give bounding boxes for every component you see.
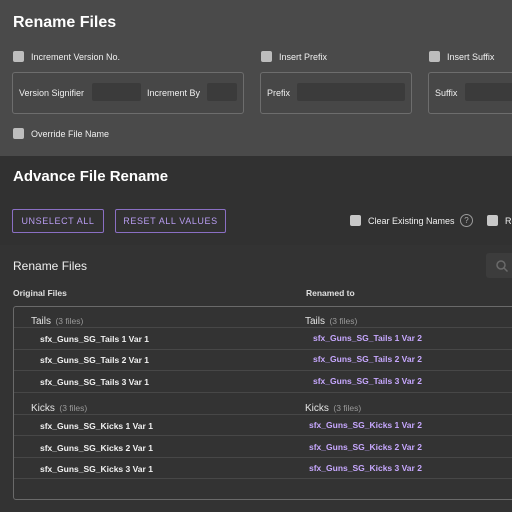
original-file[interactable]: sfx_Guns_SG_Tails 3 Var 1 xyxy=(40,377,149,387)
extra-option-checkbox[interactable] xyxy=(487,215,498,226)
original-file[interactable]: sfx_Guns_SG_Kicks 1 Var 1 xyxy=(40,421,153,431)
group-name: Tails xyxy=(31,316,52,327)
version-signifier-label: Version Signifier xyxy=(19,88,85,98)
insert-prefix-label: Insert Prefix xyxy=(279,52,328,62)
renamed-file: sfx_Guns_SG_Tails 1 Var 2 xyxy=(313,333,422,343)
prefix-input[interactable] xyxy=(297,83,405,101)
group-name: Tails xyxy=(305,316,326,327)
group-name: Kicks xyxy=(31,403,55,414)
renamed-file: sfx_Guns_SG_Kicks 3 Var 2 xyxy=(309,463,422,473)
increment-by-label: Increment By xyxy=(147,88,201,98)
insert-suffix-checkbox[interactable] xyxy=(429,51,440,62)
version-signifier-input[interactable] xyxy=(92,83,141,101)
col-renamed-header: Renamed to xyxy=(306,288,355,298)
renamed-file: sfx_Guns_SG_Kicks 1 Var 2 xyxy=(309,420,422,430)
group-count: (3 files) xyxy=(55,316,84,326)
extra-option-label: Re xyxy=(505,216,512,226)
row-divider xyxy=(14,370,512,371)
renamed-file: sfx_Guns_SG_Tails 3 Var 2 xyxy=(313,376,422,386)
clear-existing-names-checkbox[interactable] xyxy=(350,215,361,226)
col-original-header: Original Files xyxy=(13,288,67,298)
row-divider xyxy=(14,414,512,415)
row-divider xyxy=(14,457,512,458)
override-file-name-checkbox[interactable] xyxy=(13,128,24,139)
row-divider xyxy=(14,392,512,393)
suffix-label: Suffix xyxy=(435,88,458,98)
advance-title: Advance File Rename xyxy=(13,168,169,185)
reset-all-values-button[interactable]: RESET ALL VALUES xyxy=(115,209,226,233)
clear-existing-names-label: Clear Existing Names xyxy=(368,216,455,226)
row-divider xyxy=(14,478,512,479)
group-name: Kicks xyxy=(305,403,329,414)
unselect-all-button[interactable]: UNSELECT ALL xyxy=(12,209,104,233)
increment-version-label: Increment Version No. xyxy=(31,52,121,62)
original-file[interactable]: sfx_Guns_SG_Kicks 3 Var 1 xyxy=(40,464,153,474)
files-title: Rename Files xyxy=(13,259,88,273)
original-file[interactable]: sfx_Guns_SG_Tails 1 Var 1 xyxy=(40,334,149,344)
renamed-file: sfx_Guns_SG_Kicks 2 Var 2 xyxy=(309,442,422,452)
prefix-label: Prefix xyxy=(267,88,291,98)
insert-prefix-checkbox[interactable] xyxy=(261,51,272,62)
insert-suffix-label: Insert Suffix xyxy=(447,52,495,62)
row-divider xyxy=(14,435,512,436)
original-file[interactable]: sfx_Guns_SG_Kicks 2 Var 1 xyxy=(40,443,153,453)
group-count: (3 files) xyxy=(329,316,358,326)
renamed-file: sfx_Guns_SG_Tails 2 Var 2 xyxy=(313,354,422,364)
row-divider xyxy=(14,327,512,328)
search-icon xyxy=(496,260,509,273)
group-count: (3 files) xyxy=(333,403,362,413)
increment-version-checkbox[interactable] xyxy=(13,51,24,62)
panel-title: Rename Files xyxy=(13,14,117,31)
row-divider xyxy=(14,349,512,350)
group-count: (3 files) xyxy=(59,403,88,413)
increment-by-input[interactable] xyxy=(207,83,237,101)
override-file-name-label: Override File Name xyxy=(31,129,110,139)
original-file[interactable]: sfx_Guns_SG_Tails 2 Var 1 xyxy=(40,355,149,365)
search-field[interactable] xyxy=(486,253,512,278)
suffix-input[interactable] xyxy=(465,83,512,101)
help-icon[interactable]: ? xyxy=(460,214,473,227)
